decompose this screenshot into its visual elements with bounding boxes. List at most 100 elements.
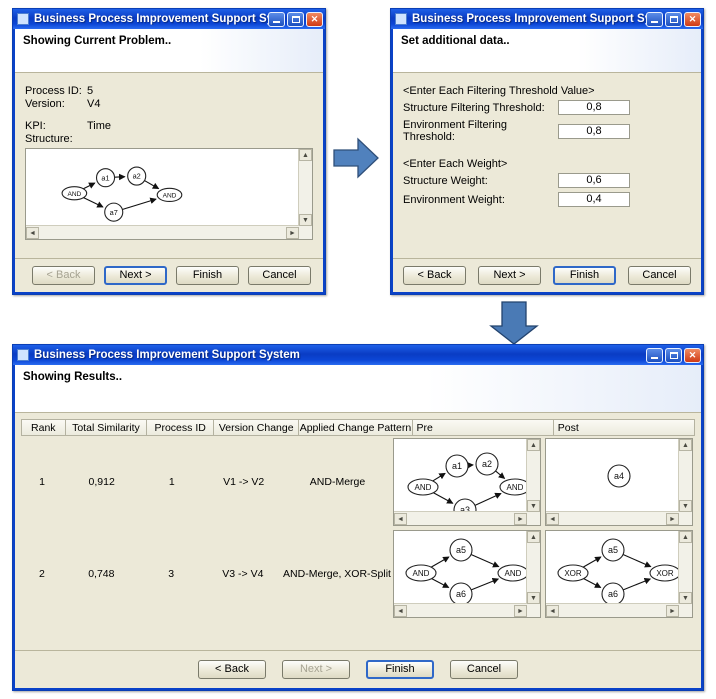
window1-header: Showing Current Problem.. (15, 29, 323, 73)
scroll-up-icon[interactable]: ▲ (678, 439, 692, 451)
column-header-process-id[interactable]: Process ID (147, 419, 215, 436)
back-button[interactable]: < Back (198, 660, 266, 679)
svg-text:AND: AND (507, 483, 524, 492)
structure-filtering-threshold-row: Structure Filtering Threshold: 0,8 (403, 100, 691, 115)
cancel-button[interactable]: Cancel (450, 660, 518, 679)
svg-text:AND: AND (413, 569, 430, 578)
window2-titlebar[interactable]: Business Process Improvement Support Sys… (391, 9, 703, 29)
svg-text:a5: a5 (608, 545, 618, 555)
cancel-button[interactable]: Cancel (628, 266, 691, 285)
pre-horizontal-scrollbar[interactable] (393, 511, 527, 525)
column-header-applied-change-pattern[interactable]: Applied Change Pattern (299, 419, 413, 436)
cancel-button[interactable]: Cancel (248, 266, 311, 285)
close-icon[interactable]: ✕ (306, 11, 323, 27)
scroll-left-icon[interactable]: ◄ (26, 227, 39, 239)
scroll-up-icon[interactable]: ▲ (526, 439, 540, 451)
post-diagram-panel[interactable]: a4 ▲ ▼ ◄ ► (544, 438, 693, 526)
window-current-problem[interactable]: Business Process Improvement Support Sys… (12, 8, 326, 295)
svg-text:AND: AND (67, 191, 81, 198)
scroll-up-icon[interactable]: ▲ (526, 531, 540, 543)
scroll-down-icon[interactable]: ▼ (678, 592, 692, 604)
cell-applied-change-pattern: AND-Merge (309, 476, 366, 488)
pre-process-diagram: ANDa1 a2a3AND (407, 452, 527, 513)
table-row[interactable]: 1 0,912 1 V1 -> V2 AND-Merge AND a1 a2 a3 AN… (21, 436, 695, 528)
structure-filtering-threshold-input[interactable]: 0,8 (558, 100, 630, 115)
pre-process-diagram: AND a5 a6 AND (405, 538, 527, 605)
window3-button-bar: < Back Next > Finish Cancel (15, 650, 701, 688)
app-icon (17, 13, 29, 25)
window3-titlebar[interactable]: Business Process Improvement Support Sys… (13, 345, 703, 365)
scroll-right-icon[interactable]: ► (286, 227, 299, 239)
pre-diagram-panel[interactable]: AND a5 a6 AND ▲ ▼ ◄ ► (392, 530, 541, 618)
minimize-icon[interactable] (268, 11, 285, 27)
window1-titlebar-buttons[interactable]: ✕ (268, 11, 323, 27)
scroll-down-icon[interactable]: ▼ (678, 500, 692, 512)
column-header-pre[interactable]: Pre (412, 419, 554, 436)
next-button[interactable]: Next > (478, 266, 541, 285)
scroll-right-icon[interactable]: ► (665, 513, 679, 525)
close-icon[interactable]: ✕ (684, 347, 701, 363)
scroll-up-icon[interactable]: ▲ (299, 149, 312, 161)
window2-heading: Set additional data.. (401, 35, 510, 47)
window2-frame: Set additional data.. <Enter Each Filter… (391, 29, 703, 294)
scroll-left-icon[interactable]: ◄ (393, 513, 407, 525)
maximize-icon[interactable] (665, 11, 682, 27)
app-icon (395, 13, 407, 25)
column-header-total-similarity[interactable]: Total Similarity (65, 419, 148, 436)
window-results[interactable]: Business Process Improvement Support Sys… (12, 344, 704, 691)
back-button[interactable]: < Back (32, 266, 95, 285)
scroll-right-icon[interactable]: ► (513, 513, 527, 525)
maximize-icon[interactable] (665, 347, 682, 363)
window2-title: Business Process Improvement Support Sys… (412, 13, 646, 25)
scroll-up-icon[interactable]: ▲ (678, 531, 692, 543)
window-additional-data[interactable]: Business Process Improvement Support Sys… (390, 8, 704, 295)
table-row[interactable]: 2 0,748 3 V3 -> V4 AND-Merge, XOR-Split … (21, 528, 695, 620)
finish-button[interactable]: Finish (553, 266, 616, 285)
scroll-corner (678, 512, 692, 525)
finish-button[interactable]: Finish (366, 660, 434, 679)
structure-horizontal-scrollbar[interactable] (26, 225, 299, 239)
pre-diagram-panel[interactable]: AND a1 a2 a3 AND ▲ ▼ ◄ ► (392, 438, 541, 526)
field-process-id-value: 5 (87, 85, 94, 97)
scroll-down-icon[interactable]: ▼ (526, 500, 540, 512)
scroll-right-icon[interactable]: ► (513, 605, 527, 617)
scroll-left-icon[interactable]: ◄ (393, 605, 407, 617)
post-horizontal-scrollbar[interactable] (545, 511, 679, 525)
scroll-left-icon[interactable]: ◄ (545, 605, 559, 617)
maximize-icon[interactable] (287, 11, 304, 27)
pre-horizontal-scrollbar[interactable] (393, 603, 527, 617)
window2-titlebar-buttons[interactable]: ✕ (646, 11, 701, 27)
filtering-threshold-group-label: <Enter Each Filtering Threshold Value> (403, 85, 595, 97)
scroll-right-icon[interactable]: ► (665, 605, 679, 617)
window1-titlebar[interactable]: Business Process Improvement Support Sys… (13, 9, 325, 29)
scroll-down-icon[interactable]: ▼ (299, 214, 312, 226)
scroll-left-icon[interactable]: ◄ (545, 513, 559, 525)
column-header-rank[interactable]: Rank (21, 419, 66, 436)
structure-weight-input[interactable]: 0,6 (558, 173, 630, 188)
environment-filtering-threshold-input[interactable]: 0,8 (558, 123, 630, 139)
arrow-right-icon (333, 137, 379, 179)
next-button[interactable]: Next > (104, 266, 167, 285)
structure-weight-row: Structure Weight: 0,6 (403, 173, 691, 188)
post-horizontal-scrollbar[interactable] (545, 603, 679, 617)
column-header-post[interactable]: Post (553, 419, 695, 436)
window2-header: Set additional data.. (393, 29, 701, 73)
close-icon[interactable]: ✕ (684, 11, 701, 27)
field-version-value: V4 (87, 98, 101, 110)
post-diagram-panel[interactable]: XOR a5 a6 XOR ▲ ▼ ◄ ► (544, 530, 693, 618)
environment-weight-input[interactable]: 0,4 (558, 192, 630, 207)
window3-titlebar-buttons[interactable]: ✕ (646, 347, 701, 363)
svg-text:XOR: XOR (656, 569, 674, 578)
back-button[interactable]: < Back (403, 266, 466, 285)
minimize-icon[interactable] (646, 11, 663, 27)
post-process-diagram: XOR a5 a6 XOR (557, 538, 679, 605)
minimize-icon[interactable] (646, 347, 663, 363)
structure-diagram-panel[interactable]: AND a1 a2 a7 AND ▲ ▼ ◄ ► (25, 148, 313, 240)
finish-button[interactable]: Finish (176, 266, 239, 285)
svg-text:a1: a1 (101, 173, 109, 182)
column-header-version-change[interactable]: Version Change (214, 419, 300, 436)
window3-header: Showing Results.. (15, 365, 701, 413)
next-button[interactable]: Next > (282, 660, 350, 679)
environment-filtering-threshold-row: Environment Filtering Threshold: 0,8 (403, 119, 691, 143)
scroll-down-icon[interactable]: ▼ (526, 592, 540, 604)
